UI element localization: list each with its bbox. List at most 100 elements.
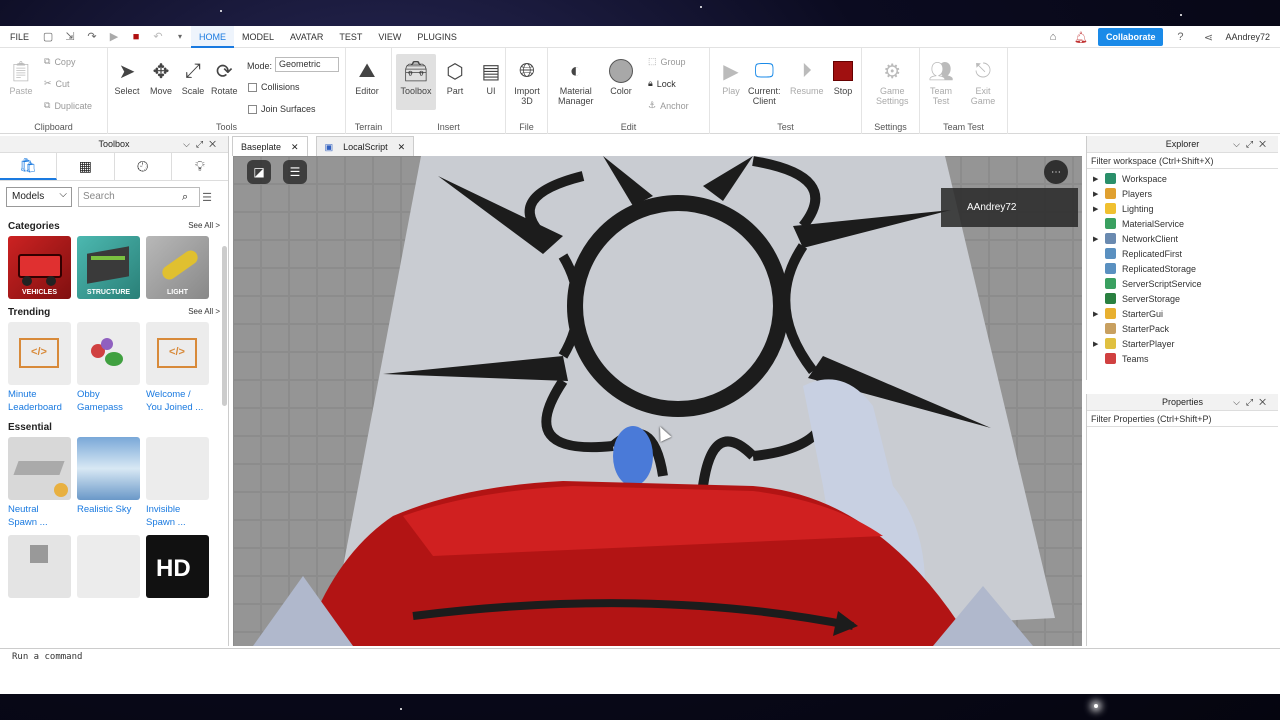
duplicate-button[interactable]: ⧉ Duplicate — [44, 100, 92, 111]
import-3d-button[interactable]: 🌐︎ Import 3D — [514, 58, 540, 107]
trending-card-2[interactable]: Obby Gamepass — [77, 322, 140, 414]
asset-type-dropdown[interactable]: Models — [6, 186, 72, 207]
tab-localscript[interactable]: ▣ LocalScript ✕ — [315, 136, 415, 156]
toolbox-scrollbar[interactable] — [222, 246, 227, 406]
essential-item-label[interactable]: Invisible Spawn ... — [146, 503, 209, 529]
tab-creations[interactable]: 💡︎ — [172, 153, 228, 180]
ui-button[interactable]: ▤ UI — [478, 58, 504, 97]
explorer-item-workspace[interactable]: ▶ Workspace — [1093, 171, 1278, 186]
essential-card-2[interactable]: Realistic Sky — [77, 437, 140, 529]
explorer-item-replicatedstorage[interactable]: ReplicatedStorage — [1093, 261, 1278, 276]
move-button[interactable]: ✥ Move — [148, 58, 174, 97]
explorer-item-materialservice[interactable]: MaterialService — [1093, 216, 1278, 231]
select-button[interactable]: ➤ Select — [114, 58, 140, 97]
help-icon[interactable]: ? — [1173, 30, 1187, 44]
properties-filter-input[interactable]: Filter Properties (Ctrl+Shift+P) — [1087, 411, 1278, 427]
essential-card-6[interactable]: HD — [146, 535, 209, 598]
mode-dropdown[interactable]: Geometric — [275, 57, 339, 72]
tab-test[interactable]: TEST — [331, 26, 370, 48]
more-options-icon[interactable]: ⋯ — [1044, 160, 1068, 184]
play-button[interactable]: ▶ Play — [718, 58, 744, 97]
copy-button[interactable]: ⧉ Copy — [44, 56, 75, 67]
panel-controls[interactable]: ⌵⤢✕ — [1233, 394, 1272, 411]
tab-view[interactable]: VIEW — [370, 26, 409, 48]
expand-arrow-icon[interactable]: ▶ — [1093, 310, 1105, 318]
trending-see-all-link[interactable]: See All > — [188, 307, 220, 318]
trending-card-1[interactable]: </> Minute Leaderboard — [8, 322, 71, 414]
category-card-light[interactable]: LIGHT — [146, 236, 209, 299]
essential-item-label[interactable]: Neutral Spawn ... — [8, 503, 71, 529]
team-test-button[interactable]: 👥︎ Team Test — [928, 58, 954, 107]
terrain-editor-button[interactable]: ⛰ Editor — [354, 58, 380, 97]
panel-controls[interactable]: ⌵⤢✕ — [183, 136, 222, 153]
category-card-vehicles[interactable]: VEHICLES — [8, 236, 71, 299]
3d-viewport[interactable]: ◪ ☰ ⋯ AAndrey72 — [233, 156, 1082, 646]
cut-button[interactable]: ✂ Cut — [44, 78, 70, 89]
file-menu[interactable]: FILE — [0, 26, 37, 48]
new-file-icon[interactable]: ▢ — [41, 30, 55, 44]
explorer-item-teams[interactable]: Teams — [1093, 351, 1278, 366]
share-icon[interactable]: ⋖ — [1201, 30, 1215, 44]
collisions-toggle[interactable]: Collisions — [248, 82, 300, 92]
command-bar-input[interactable]: Run a command — [0, 648, 1280, 666]
join-surfaces-toggle[interactable]: Join Surfaces — [248, 104, 316, 114]
stop-small-icon[interactable]: ■ — [129, 30, 143, 44]
filter-icon[interactable]: ☰ — [202, 191, 212, 204]
collaborate-button[interactable]: Collaborate — [1097, 28, 1164, 46]
explorer-item-startergui[interactable]: ▶ StarterGui — [1093, 306, 1278, 321]
explorer-item-lighting[interactable]: ▶ Lighting — [1093, 201, 1278, 216]
trending-item-label[interactable]: Welcome / You Joined ... — [146, 388, 209, 414]
tab-inventory[interactable]: ▦ — [57, 153, 115, 180]
game-settings-button[interactable]: ⚙ Game Settings — [876, 58, 909, 107]
current-client-button[interactable]: 🖵︎ Current: Client — [748, 58, 781, 107]
part-button[interactable]: ⬡ Part — [442, 58, 468, 97]
chat-icon[interactable]: ☰ — [283, 160, 307, 184]
category-card-structure[interactable]: STRUCTURE — [77, 236, 140, 299]
essential-card-5[interactable] — [77, 535, 140, 598]
undo-icon[interactable]: ↶ — [151, 30, 165, 44]
essential-card-1[interactable]: Neutral Spawn ... — [8, 437, 71, 529]
home-icon[interactable]: ⌂ — [1046, 30, 1060, 44]
collisions-checkbox[interactable] — [248, 82, 257, 92]
tab-recent[interactable]: 🕘︎ — [115, 153, 172, 180]
tab-marketplace[interactable]: 🛍︎ — [0, 153, 58, 180]
essential-card-3[interactable]: Invisible Spawn ... — [146, 437, 209, 529]
toolbox-button[interactable]: 🧰︎ Toolbox — [396, 54, 436, 110]
color-button[interactable]: Color — [608, 58, 634, 96]
player-list-entry[interactable]: AAndrey72 — [941, 188, 1078, 227]
explorer-item-serverscriptservice[interactable]: ServerScriptService — [1093, 276, 1278, 291]
explorer-item-replicatedfirst[interactable]: ReplicatedFirst — [1093, 246, 1278, 261]
material-manager-button[interactable]: ◐ Material Manager — [558, 58, 594, 107]
open-file-icon[interactable]: ⇲ — [63, 30, 77, 44]
roblox-menu-icon[interactable]: ◪ — [247, 160, 271, 184]
resume-button[interactable]: ⏵ Resume — [790, 58, 824, 97]
explorer-item-networkclient[interactable]: ▶ NetworkClient — [1093, 231, 1278, 246]
panel-controls[interactable]: ⌵⤢✕ — [1233, 136, 1272, 153]
stop-button[interactable]: Stop — [830, 58, 856, 96]
tab-baseplate[interactable]: Baseplate ✕ — [232, 136, 308, 156]
explorer-item-starterpack[interactable]: StarterPack — [1093, 321, 1278, 336]
join-surfaces-checkbox[interactable] — [248, 104, 257, 114]
redo-icon[interactable]: ↷ — [85, 30, 99, 44]
close-icon[interactable]: ✕ — [291, 137, 299, 156]
explorer-item-players[interactable]: ▶ Players — [1093, 186, 1278, 201]
tab-model[interactable]: MODEL — [234, 26, 282, 48]
customize-icon[interactable]: ▾ — [173, 30, 187, 44]
expand-arrow-icon[interactable]: ▶ — [1093, 340, 1105, 348]
lock-button[interactable]: 🔒︎ Lock — [648, 78, 676, 89]
essential-item-label[interactable]: Realistic Sky — [77, 503, 140, 516]
tab-home[interactable]: HOME — [191, 25, 235, 48]
close-icon[interactable]: ✕ — [398, 137, 406, 156]
explorer-item-serverstorage[interactable]: ServerStorage — [1093, 291, 1278, 306]
scale-button[interactable]: ⤢ Scale — [180, 58, 206, 97]
rotate-button[interactable]: ⟳ Rotate — [211, 58, 238, 97]
toolbox-search-input[interactable]: Search — [78, 187, 200, 207]
expand-arrow-icon[interactable]: ▶ — [1093, 235, 1105, 243]
essential-card-4[interactable] — [8, 535, 71, 598]
trending-item-label[interactable]: Minute Leaderboard — [8, 388, 71, 414]
notification-bell-icon[interactable]: 🔔︎ — [1074, 30, 1088, 44]
tab-avatar[interactable]: AVATAR — [282, 26, 331, 48]
paste-button[interactable]: 📋︎ Paste — [8, 58, 34, 97]
categories-see-all-link[interactable]: See All > — [188, 221, 220, 232]
expand-arrow-icon[interactable]: ▶ — [1093, 190, 1105, 198]
